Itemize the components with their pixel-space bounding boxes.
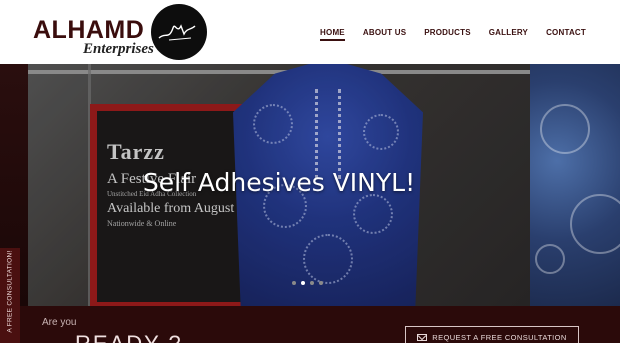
nav-about-us[interactable]: ABOUT US [363, 28, 406, 41]
hero-slider: Tarzz A Festive Flair Unstitched Eid Adh… [0, 64, 620, 306]
nav-home[interactable]: HOME [320, 28, 345, 41]
cta-lead: Are you [42, 317, 77, 328]
nav-products[interactable]: PRODUCTS [424, 28, 471, 41]
brand-name: ALHAMD [33, 16, 145, 44]
site-header: ALHAMD Enterprises HOME ABOUT US PRODUCT… [0, 0, 620, 64]
slider-dot-1[interactable] [292, 281, 296, 285]
slide-title: Self Adhesives VINYL! [142, 168, 416, 197]
request-consultation-label: REQUEST A FREE CONSULTATION [432, 332, 567, 342]
brand-logo[interactable]: ALHAMD Enterprises [33, 4, 213, 60]
main-nav: HOME ABOUT US PRODUCTS GALLERY CONTACT [320, 28, 586, 41]
cta-headline: READY ? [75, 333, 183, 343]
request-consultation-button[interactable]: REQUEST A FREE CONSULTATION [405, 326, 579, 343]
brand-subtitle: Enterprises [83, 41, 154, 57]
signature-emblem-icon [151, 4, 207, 60]
slider-pagination [292, 281, 323, 285]
next-slide-peek [530, 64, 620, 306]
free-consultation-side-tab[interactable]: A FREE CONSULTATION! [0, 248, 20, 343]
slider-dot-3[interactable] [310, 281, 314, 285]
slider-dot-4[interactable] [319, 281, 323, 285]
envelope-icon [417, 333, 428, 341]
side-tab-label: A FREE CONSULTATION! [6, 250, 14, 333]
nav-gallery[interactable]: GALLERY [489, 28, 528, 41]
nav-contact[interactable]: CONTACT [546, 28, 586, 41]
slider-dot-2[interactable] [301, 281, 305, 285]
cta-band: Are you READY ? REQUEST A FREE CONSULTAT… [0, 306, 620, 343]
